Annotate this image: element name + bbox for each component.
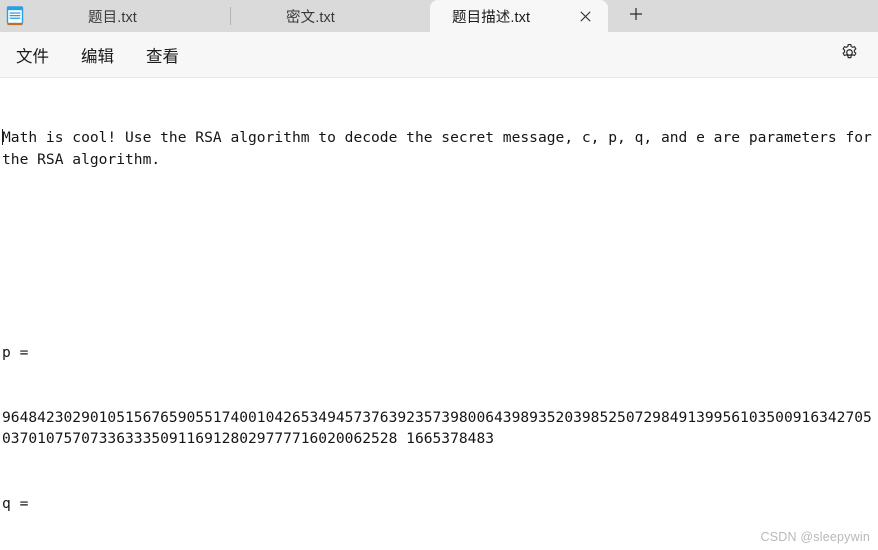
- plus-icon: [629, 7, 643, 26]
- menu-item-view[interactable]: 查看: [134, 38, 191, 72]
- doc-line-p-value: 9648423029010515676590551740010426534945…: [2, 408, 872, 448]
- window-controls: [740, 0, 878, 10]
- tab-题目描述-active[interactable]: 题目描述.txt: [430, 0, 608, 32]
- document-text[interactable]: Math is cool! Use the RSA algorithm to d…: [0, 84, 878, 550]
- menu-item-file[interactable]: 文件: [4, 38, 61, 72]
- tab-label: 密文.txt: [286, 9, 335, 26]
- new-tab-button[interactable]: [608, 0, 664, 32]
- intro-text: Math is cool! Use the RSA algorithm to d…: [2, 129, 872, 168]
- doc-line-p-label: p =: [2, 344, 29, 361]
- menu-item-label: 编辑: [81, 47, 114, 66]
- maximize-button[interactable]: [786, 0, 832, 10]
- doc-line-q-label: q =: [2, 494, 29, 512]
- doc-line-intro: Math is cool! Use the RSA algorithm to d…: [2, 127, 876, 170]
- gear-icon: [840, 43, 859, 67]
- tab-题目[interactable]: 题目.txt: [30, 0, 230, 32]
- menu-bar: 文件 编辑 查看: [0, 32, 878, 78]
- minimize-button[interactable]: [740, 0, 786, 10]
- watermark: CSDN @sleepywin: [760, 530, 870, 544]
- title-bar: 题目.txt 密文.txt 题目描述.txt: [0, 0, 878, 32]
- menu-item-edit[interactable]: 编辑: [69, 38, 126, 72]
- close-icon[interactable]: [572, 4, 598, 28]
- maximize-icon: [803, 0, 815, 3]
- menu-item-label: 查看: [146, 47, 179, 66]
- notepad-icon: [0, 0, 30, 32]
- close-button[interactable]: [832, 0, 878, 10]
- text-editor-area[interactable]: Math is cool! Use the RSA algorithm to d…: [0, 78, 878, 550]
- tab-密文[interactable]: 密文.txt: [230, 0, 430, 32]
- tab-strip: 题目.txt 密文.txt 题目描述.txt: [30, 0, 608, 32]
- close-icon: [849, 0, 861, 3]
- notepad-window: 题目.txt 密文.txt 题目描述.txt 文件 编辑 查看 Math is …: [0, 0, 878, 550]
- tab-label: 题目.txt: [88, 9, 137, 26]
- tab-label: 题目描述.txt: [452, 9, 531, 26]
- settings-button[interactable]: [832, 40, 866, 70]
- menu-item-label: 文件: [16, 47, 49, 66]
- minimize-icon: [757, 0, 769, 3]
